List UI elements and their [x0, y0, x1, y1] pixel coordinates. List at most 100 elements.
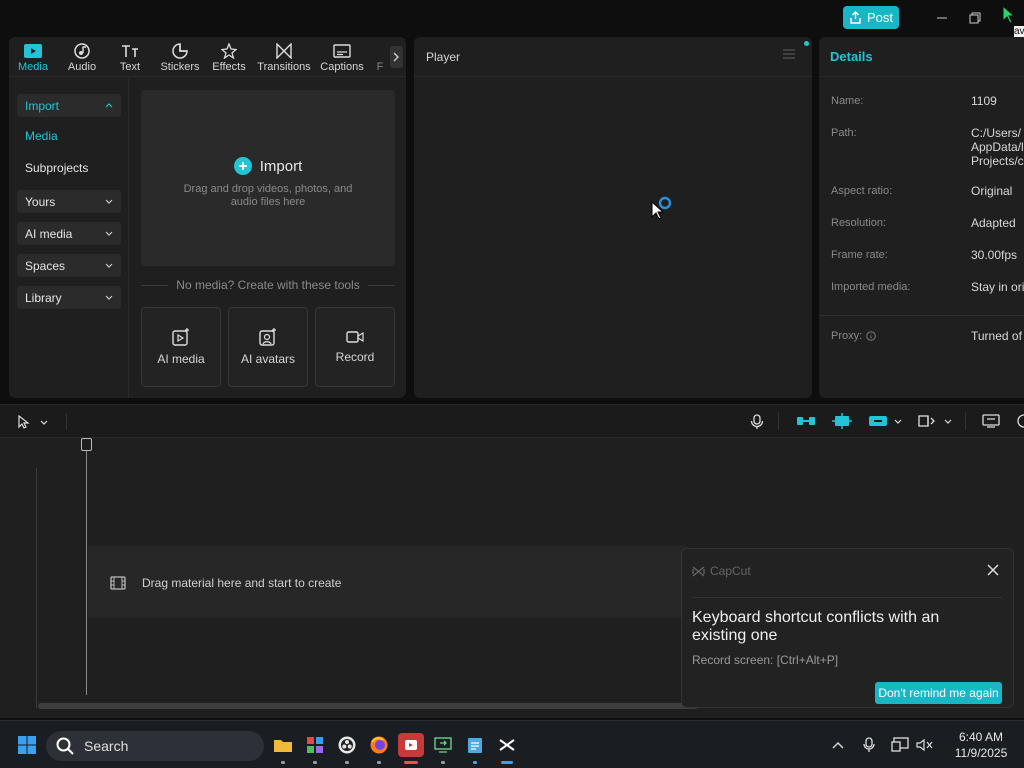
nav-spaces-label: Spaces	[25, 258, 66, 273]
system-clock[interactable]: 6:40 AM 11/9/2025	[946, 729, 1016, 761]
ai-avatars-tool-label: AI avatars	[240, 352, 296, 366]
volume-muted-icon[interactable]	[913, 733, 937, 757]
playhead-handle[interactable]	[81, 438, 92, 451]
timeline-scrollbar[interactable]	[38, 703, 698, 709]
post-button[interactable]: Post	[843, 6, 899, 29]
frame-rate-value: 30.00fps	[971, 248, 1018, 262]
chevron-down-icon	[894, 419, 902, 424]
aspect-ratio-value: Original	[971, 184, 1013, 198]
microphone-icon[interactable]	[750, 414, 764, 430]
tab-media[interactable]: Media	[16, 42, 50, 74]
minimize-button[interactable]	[932, 8, 952, 28]
tab-audio-label: Audio	[67, 61, 97, 73]
toast-detail: Record screen: [Ctrl+Alt+P]	[692, 653, 839, 667]
path-label: Path:	[831, 127, 857, 139]
film-icon	[110, 576, 126, 590]
mouse-pointer-icon	[651, 201, 665, 221]
plus-circle-icon	[233, 157, 252, 175]
media-icon	[24, 42, 42, 59]
preview-axis-button[interactable]	[918, 414, 952, 428]
tab-effects[interactable]: Effects	[211, 42, 247, 74]
toolbar-divider	[965, 412, 966, 430]
timeline-drop-hint: Drag material here and start to create	[110, 576, 341, 590]
network-icon[interactable]	[888, 733, 912, 757]
remote-desktop-icon[interactable]	[431, 733, 455, 764]
storyboard-icon[interactable]	[982, 414, 1000, 428]
microphone-tray-icon[interactable]	[857, 733, 881, 757]
file-explorer-icon[interactable]	[271, 733, 295, 764]
nav-spaces[interactable]: Spaces	[17, 254, 121, 277]
taskbar-search[interactable]: Search	[46, 731, 264, 761]
path-value-line3: Projects/c	[971, 154, 1024, 168]
restore-button[interactable]	[965, 8, 985, 28]
tab-transitions[interactable]: Transitions	[257, 42, 311, 74]
nav-media[interactable]: Media	[25, 129, 58, 143]
windows-start-icon[interactable]	[15, 733, 39, 757]
player-title: Player	[426, 50, 461, 64]
ai-media-tool[interactable]: AI media	[141, 307, 221, 387]
media-tab-bar: Media Audio Text Stickers Effects Transi…	[9, 37, 406, 77]
select-tool-button[interactable]	[18, 415, 48, 429]
firefox-icon[interactable]	[367, 733, 391, 764]
store-apps-icon[interactable]	[303, 733, 327, 764]
details-panel: Details Name: 1109 Path: C:/Users/ AppDa…	[819, 37, 1024, 398]
chevron-down-icon	[40, 420, 48, 425]
dont-remind-button[interactable]: Don't remind me again	[875, 682, 1002, 704]
nav-library[interactable]: Library	[17, 286, 121, 309]
nav-import[interactable]: Import	[17, 94, 121, 117]
nav-subprojects[interactable]: Subprojects	[25, 161, 88, 175]
windows-taskbar: Search 6:40 AM 11/9/2025	[0, 720, 1024, 768]
info-icon[interactable]	[866, 331, 876, 341]
record-tool[interactable]: Record	[315, 307, 395, 387]
aspect-ratio-label: Aspect ratio:	[831, 185, 893, 197]
close-icon[interactable]	[987, 564, 999, 576]
tabs-scroll-right-button[interactable]	[390, 46, 403, 68]
nav-yours-label: Yours	[25, 194, 56, 209]
tab-text[interactable]: Text	[115, 42, 145, 74]
nav-ai-media[interactable]: AI media	[17, 222, 121, 245]
tab-filters[interactable]: F	[375, 42, 385, 74]
tab-effects-label: Effects	[212, 61, 246, 73]
chevron-up-icon[interactable]	[826, 733, 850, 757]
clock-time: 6:40 AM	[958, 730, 1004, 744]
ai-media-tool-label: AI media	[157, 352, 205, 366]
tab-text-label: Text	[119, 61, 141, 73]
player-menu-icon[interactable]	[782, 49, 796, 59]
details-divider	[819, 315, 1024, 316]
tab-captions[interactable]: Captions	[319, 42, 365, 74]
media-panel: Media Audio Text Stickers Effects Transi…	[9, 37, 406, 398]
proxy-value: Turned of	[971, 329, 1022, 343]
name-label: Name:	[831, 95, 864, 107]
tab-stickers-label: Stickers	[160, 61, 200, 73]
split-preview-icon	[918, 414, 936, 428]
player-panel: Player	[414, 37, 812, 398]
link-clips-button[interactable]	[868, 414, 902, 428]
details-header: Details	[819, 37, 1024, 77]
obs-icon[interactable]	[335, 733, 359, 764]
mouse-cursor	[1001, 5, 1017, 25]
record-camera-icon	[346, 330, 364, 344]
chevron-down-icon	[105, 295, 113, 300]
zoom-icon[interactable]	[1016, 414, 1024, 428]
toolbar-divider	[66, 414, 67, 430]
ai-avatars-tool[interactable]: AI avatars	[228, 307, 308, 387]
imported-media-value: Stay in ori	[971, 280, 1024, 294]
search-label: Search	[84, 738, 129, 754]
main-track-magnet-icon[interactable]	[796, 415, 816, 427]
effects-icon	[221, 42, 237, 59]
capcut-taskbar-icon[interactable]	[495, 733, 519, 764]
shortcut-conflict-toast: CapCut Keyboard shortcut conflicts with …	[681, 548, 1014, 708]
tab-stickers[interactable]: Stickers	[160, 42, 200, 74]
auto-snap-icon[interactable]	[832, 413, 852, 429]
import-dropzone[interactable]: Import Drag and drop videos, photos, and…	[141, 90, 395, 266]
notepad-icon[interactable]	[463, 733, 487, 764]
transitions-icon	[276, 42, 292, 59]
search-icon	[56, 737, 74, 755]
tab-audio[interactable]: Audio	[65, 42, 99, 74]
resolution-label: Resolution:	[831, 217, 887, 229]
playhead-line	[86, 451, 87, 695]
nav-library-label: Library	[25, 290, 62, 305]
screen-recorder-icon[interactable]	[398, 733, 424, 764]
chevron-down-icon	[105, 263, 113, 268]
nav-yours[interactable]: Yours	[17, 190, 121, 213]
